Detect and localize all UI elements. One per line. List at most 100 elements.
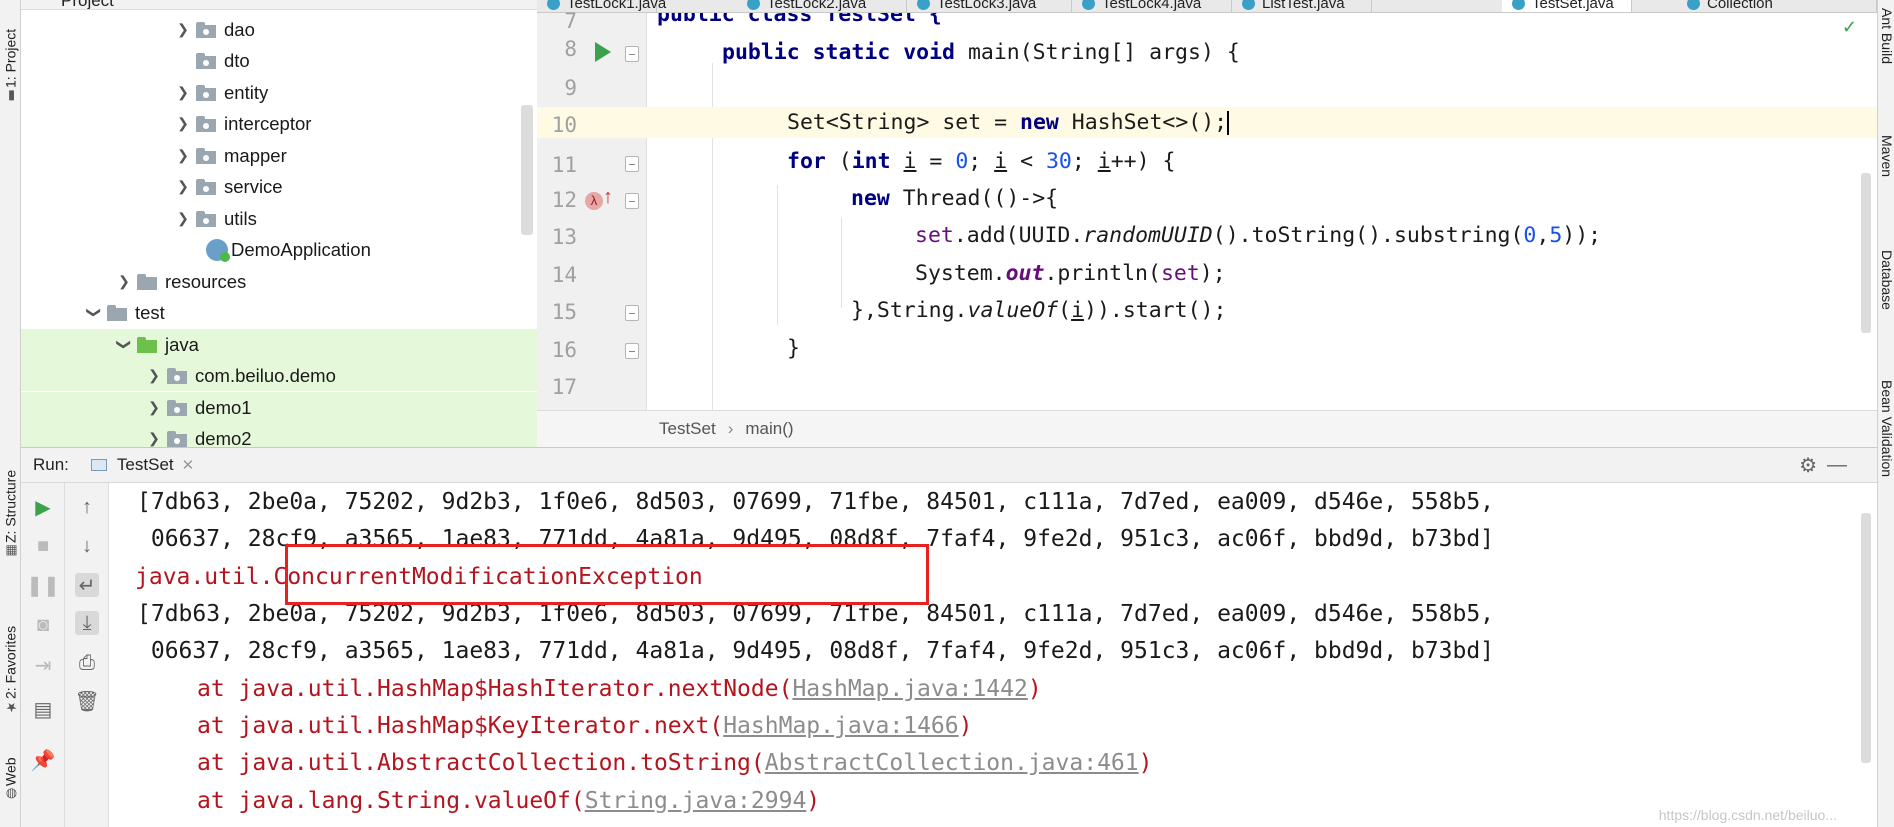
chevron-down-icon[interactable]: ❯ xyxy=(116,336,133,354)
chevron-right-icon[interactable]: ❯ xyxy=(145,367,163,384)
exit-icon[interactable]: ⇥ xyxy=(31,653,55,677)
console-output[interactable]: [7db63, 2be0a, 75202, 9d2b3, 1f0e6, 8d50… xyxy=(109,483,1877,827)
tree-item-resources[interactable]: ❯ resources xyxy=(21,266,537,297)
tab-maven[interactable]: Maven xyxy=(1878,135,1894,177)
chevron-right-icon[interactable]: ❯ xyxy=(145,399,163,416)
chevron-down-icon[interactable]: ❯ xyxy=(86,304,103,322)
package-icon xyxy=(196,210,218,227)
tab-project[interactable]: ▮ 1: Project xyxy=(1,2,20,107)
java-class-icon xyxy=(917,0,930,10)
tree-item-java[interactable]: ❯ java xyxy=(21,329,537,360)
layout-icon[interactable]: ▤ xyxy=(31,697,55,721)
project-scrollbar[interactable] xyxy=(521,105,533,235)
tree-item-demo1[interactable]: ❯ demo1 xyxy=(21,392,537,423)
tree-item-dao[interactable]: ❯ dao xyxy=(21,14,537,45)
tab-testlock2[interactable]: TestLock2.java xyxy=(737,0,907,12)
editor-scrollbar[interactable] xyxy=(1861,173,1871,333)
stack-frame-link[interactable]: HashMap.java:1466 xyxy=(723,713,958,739)
minimize-icon[interactable]: — xyxy=(1827,454,1847,477)
tab-testlock3[interactable]: TestLock3.java xyxy=(907,0,1072,12)
up-arrow-icon[interactable]: ↑ xyxy=(75,495,99,519)
tree-item-interceptor[interactable]: ❯ interceptor xyxy=(21,108,537,139)
chevron-right-icon[interactable]: ❯ xyxy=(115,273,133,290)
tab-testset[interactable]: TestSet.java xyxy=(1502,0,1632,12)
gear-icon[interactable]: ⚙ xyxy=(1799,453,1817,478)
source-folder-icon xyxy=(137,336,159,353)
down-arrow-icon[interactable]: ↓ xyxy=(75,534,99,558)
chevron-right-icon[interactable]: ❯ xyxy=(174,178,192,195)
pause-icon[interactable]: ❚❚ xyxy=(26,573,60,597)
code-line-13: set .add(UUID. randomUUID ().toString().sub… xyxy=(647,220,1877,251)
tab-database[interactable]: Database xyxy=(1878,250,1894,310)
chevron-right-icon[interactable]: ❯ xyxy=(174,115,192,132)
rerun-icon[interactable]: ▶ xyxy=(31,495,55,519)
chevron-right-icon[interactable]: ❯ xyxy=(174,210,192,227)
tree-item-mapper[interactable]: ❯ mapper xyxy=(21,140,537,171)
tree-item-demo-application[interactable]: DemoApplication xyxy=(21,234,537,265)
tab-web[interactable]: ◍ Web xyxy=(1,745,20,805)
tab-bean-validation[interactable]: Bean Validation xyxy=(1878,380,1894,477)
run-tab-label[interactable]: TestSet xyxy=(117,455,174,475)
code-line-16: } xyxy=(647,333,1877,364)
line-number: 8 xyxy=(564,37,577,61)
breadcrumb-method[interactable]: main() xyxy=(745,419,793,439)
fold-icon[interactable] xyxy=(625,193,639,209)
tab-testlock4[interactable]: TestLock4.java xyxy=(1072,0,1232,12)
inspection-ok-icon[interactable]: ✓ xyxy=(1842,17,1857,38)
chevron-right-icon[interactable]: ❯ xyxy=(174,147,192,164)
stack-frame-text: at java.util.AbstractCollection.toString… xyxy=(197,749,765,776)
chevron-right-icon[interactable]: ❯ xyxy=(174,84,192,101)
print-icon[interactable]: ⎙ xyxy=(75,651,99,675)
tree-item-test[interactable]: ❯ test xyxy=(21,297,537,328)
fold-icon[interactable] xyxy=(625,343,639,359)
tab-favorites[interactable]: ★ 2: Favorites xyxy=(1,600,20,718)
tree-item-dto[interactable]: dto xyxy=(21,45,537,76)
close-icon[interactable]: ✕ xyxy=(182,456,195,474)
arrow-up-icon[interactable]: ↑ xyxy=(603,186,613,209)
stop-icon[interactable]: ■ xyxy=(31,534,55,558)
code-text: ( xyxy=(1058,298,1072,323)
chevron-right-icon[interactable]: ❯ xyxy=(145,430,163,447)
structure-icon: ▦ xyxy=(3,543,18,558)
code-keyword: public static void xyxy=(722,40,968,65)
tab-listtest[interactable]: ListTest.java xyxy=(1232,0,1372,12)
tab-ant-build[interactable]: Ant Build xyxy=(1878,8,1894,64)
tree-item-service[interactable]: ❯ service xyxy=(21,171,537,202)
console-scrollbar[interactable] xyxy=(1861,513,1871,763)
code-line-7: public class TestSet { xyxy=(647,13,1877,30)
text-caret xyxy=(1227,110,1230,135)
breadcrumb-class[interactable]: TestSet xyxy=(659,419,716,439)
run-panel-header: Run: TestSet ✕ ⚙ — xyxy=(21,447,1877,483)
tree-item-entity[interactable]: ❯ entity xyxy=(21,77,537,108)
tab-structure[interactable]: ▦ Z: Structure xyxy=(1,452,20,562)
chevron-right-icon[interactable]: ❯ xyxy=(174,21,192,38)
tree-item-demo2[interactable]: ❯ demo2 xyxy=(21,423,537,447)
tab-collection[interactable]: Collection xyxy=(1677,0,1877,12)
fold-icon[interactable] xyxy=(625,305,639,321)
fold-icon[interactable] xyxy=(625,156,639,172)
line-number: 10 xyxy=(551,113,577,137)
code-text: public class TestSet { xyxy=(657,13,942,27)
globe-icon: ◍ xyxy=(3,786,18,801)
tree-item-label: utils xyxy=(224,207,257,229)
tree-item-com-beiluo-demo[interactable]: ❯ com.beiluo.demo xyxy=(21,360,537,391)
tree-item-utils[interactable]: ❯ utils xyxy=(21,203,537,234)
lambda-icon[interactable]: λ xyxy=(585,192,603,210)
java-class-icon xyxy=(1512,0,1525,10)
fold-icon[interactable] xyxy=(625,46,639,62)
soft-wrap-icon[interactable]: ↵ xyxy=(75,573,99,597)
tab-label: Database xyxy=(1879,250,1894,310)
pin-icon[interactable]: 📌 xyxy=(31,748,56,772)
stack-frame-link[interactable]: AbstractCollection.java:461 xyxy=(765,750,1139,776)
stack-frame-link[interactable]: HashMap.java:1442 xyxy=(792,676,1027,702)
code-text: Thread(()->{ xyxy=(889,186,1059,211)
camera-icon[interactable]: ◙ xyxy=(31,613,55,637)
stack-frame-link[interactable]: String.java:2994 xyxy=(585,788,807,814)
code-editor[interactable]: public class TestSet { public static voi… xyxy=(647,13,1877,410)
run-main-icon[interactable] xyxy=(595,42,611,62)
tab-project-label: 1: Project xyxy=(2,28,19,88)
java-class-icon xyxy=(547,0,560,10)
trash-icon[interactable]: 🗑 xyxy=(74,689,99,713)
line-number: 11 xyxy=(551,153,577,177)
scroll-to-end-icon[interactable]: ⤓ xyxy=(75,611,99,635)
